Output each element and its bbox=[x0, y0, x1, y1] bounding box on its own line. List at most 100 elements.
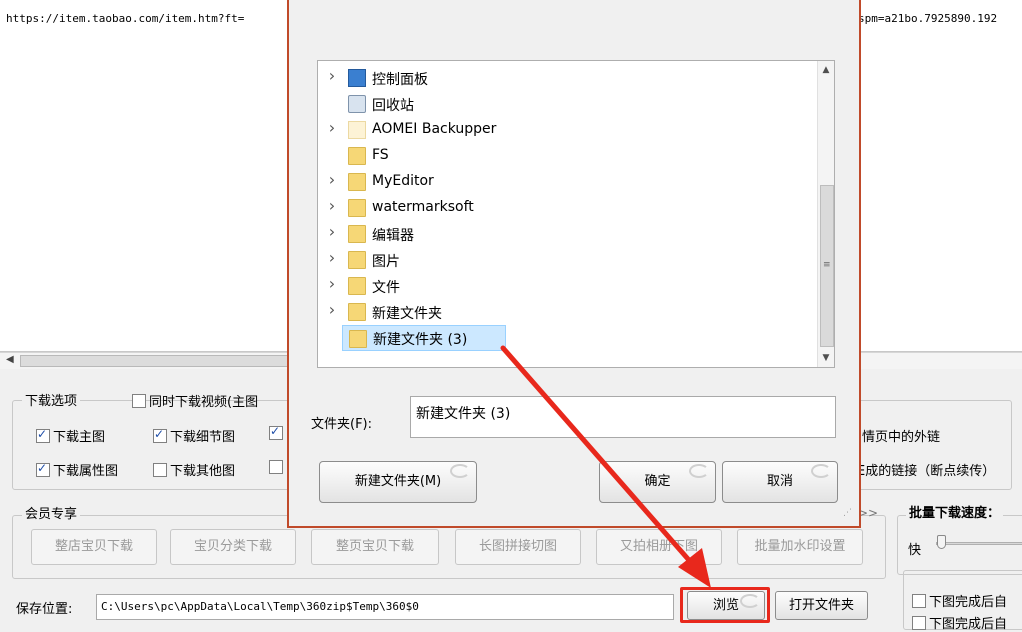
post-download-checkbox-1[interactable]: 下图完成后自 bbox=[912, 591, 1007, 610]
folder-icon bbox=[348, 147, 366, 165]
folder-icon bbox=[348, 225, 366, 243]
tree-item-label: 文件 bbox=[372, 280, 400, 296]
chevron-right-icon[interactable]: › bbox=[326, 196, 338, 215]
batch-watermark-button[interactable]: 批量加水印设置 bbox=[737, 529, 863, 565]
tree-item[interactable]: › 文件 bbox=[326, 273, 806, 299]
save-location-label: 保存位置: bbox=[16, 602, 73, 617]
tree-item[interactable]: › 新建文件夹 bbox=[326, 299, 806, 325]
scroll-left-icon[interactable]: ◀ bbox=[6, 354, 14, 365]
browse-folder-dialog: › 控制面板回收站 › AOMEI Backupper FS › MyEditor › wate… bbox=[287, 0, 861, 528]
resume-link-text: E成的链接（断点续传） bbox=[857, 464, 996, 479]
tree-item-label: 回收站 bbox=[372, 98, 414, 114]
whole-shop-download-button[interactable]: 整店宝贝下载 bbox=[31, 529, 157, 565]
tree-item-label: 图片 bbox=[372, 254, 400, 270]
scroll-thumb[interactable] bbox=[20, 355, 290, 367]
open-folder-button[interactable]: 打开文件夹 bbox=[775, 591, 868, 620]
partial-checkbox-2[interactable] bbox=[269, 460, 286, 476]
tree-item[interactable]: 新建文件夹 (3) bbox=[342, 325, 506, 351]
tree-scroll-thumb[interactable]: ≡ bbox=[820, 185, 834, 347]
folder-field-label: 文件夹(F): bbox=[311, 417, 373, 432]
tree-item-label: MyEditor bbox=[372, 173, 434, 189]
download-options-legend: 下载选项 bbox=[22, 390, 81, 409]
ok-button[interactable]: 确定 bbox=[599, 461, 716, 503]
tree-item[interactable]: › AOMEI Backupper bbox=[326, 117, 806, 143]
scroll-up-icon[interactable]: ▲ bbox=[818, 65, 834, 75]
tree-item-label: FS bbox=[372, 147, 389, 163]
control-panel-icon bbox=[348, 69, 366, 87]
chevron-right-icon[interactable]: › bbox=[326, 222, 338, 241]
checkbox-checked[interactable] bbox=[153, 427, 167, 443]
external-link-text: 情页中的外链 bbox=[862, 430, 941, 445]
tree-vertical-scrollbar[interactable]: ▲ ≡ ▼ bbox=[817, 61, 834, 367]
folder-icon bbox=[349, 330, 367, 348]
partial-checkbox-1[interactable] bbox=[269, 424, 286, 442]
tree-item-label: 编辑器 bbox=[372, 228, 414, 244]
chevron-right-icon[interactable]: › bbox=[326, 248, 338, 267]
attr-image-checkbox[interactable]: 下载属性图 bbox=[36, 460, 118, 479]
chevron-right-icon[interactable]: › bbox=[326, 170, 338, 189]
cancel-button[interactable]: 取消 bbox=[722, 461, 838, 503]
whole-page-download-button[interactable]: 整页宝贝下载 bbox=[311, 529, 439, 565]
grip-icon: ≡ bbox=[823, 260, 831, 270]
post-download-label-2: 下图完成后自 bbox=[929, 617, 1008, 632]
main-image-label: 下载主图 bbox=[53, 430, 106, 445]
folder-icon bbox=[348, 303, 366, 321]
swirl-decoration-icon bbox=[450, 464, 470, 478]
other-image-checkbox[interactable]: 下载其他图 bbox=[153, 460, 235, 479]
checkbox-box[interactable] bbox=[153, 463, 167, 477]
chevron-right-icon[interactable]: › bbox=[326, 118, 338, 137]
speed-fast-label: 快 bbox=[908, 543, 922, 558]
more-toggle[interactable]: >> bbox=[858, 506, 878, 520]
resize-grip-icon[interactable]: ⋰ bbox=[843, 508, 852, 518]
highlight-box bbox=[680, 587, 770, 623]
checkbox-checked[interactable] bbox=[269, 424, 283, 440]
swirl-decoration-icon bbox=[689, 464, 709, 478]
checkbox-box[interactable] bbox=[912, 594, 926, 608]
tree-item[interactable]: › watermarksoft bbox=[326, 195, 806, 221]
folder-tree[interactable]: › 控制面板回收站 › AOMEI Backupper FS › MyEditor › wate… bbox=[317, 60, 835, 368]
tree-item[interactable]: FS bbox=[326, 143, 806, 169]
speed-slider-thumb[interactable] bbox=[937, 535, 946, 549]
tree-item[interactable]: 回收站 bbox=[326, 91, 806, 117]
long-image-stitch-button[interactable]: 长图拼接切图 bbox=[455, 529, 581, 565]
recycle-bin-icon bbox=[348, 95, 366, 113]
scroll-down-icon[interactable]: ▼ bbox=[818, 353, 834, 363]
url-text-right: spm=a21bo.7925890.192 bbox=[858, 12, 998, 25]
folder-icon bbox=[348, 121, 366, 139]
category-download-button[interactable]: 宝贝分类下载 bbox=[170, 529, 296, 565]
member-legend: 会员专享 bbox=[22, 503, 81, 522]
sync-video-checkbox[interactable]: 同时下载视频(主图 bbox=[132, 391, 258, 410]
detail-image-checkbox[interactable]: 下载细节图 bbox=[153, 426, 235, 445]
checkbox-checked[interactable] bbox=[36, 461, 50, 477]
checkbox-box[interactable] bbox=[132, 394, 146, 408]
speed-slider-track[interactable] bbox=[936, 542, 1022, 545]
new-folder-button[interactable]: 新建文件夹(M) bbox=[319, 461, 477, 503]
detail-image-label: 下载细节图 bbox=[170, 430, 236, 445]
cancel-label: 取消 bbox=[766, 474, 793, 489]
checkbox-box[interactable] bbox=[269, 460, 283, 474]
youpai-album-button[interactable]: 又拍相册下图 bbox=[596, 529, 722, 565]
tree-item-label: watermarksoft bbox=[372, 199, 474, 215]
folder-name-input[interactable]: 新建文件夹 (3) bbox=[410, 396, 836, 438]
tree-item-label: AOMEI Backupper bbox=[372, 121, 497, 137]
folder-icon bbox=[348, 251, 366, 269]
main-image-checkbox[interactable]: 下载主图 bbox=[36, 426, 105, 445]
tree-item[interactable]: › 编辑器 bbox=[326, 221, 806, 247]
tree-item-label: 控制面板 bbox=[372, 72, 428, 88]
chevron-right-icon[interactable]: › bbox=[326, 300, 338, 319]
save-path-field[interactable]: C:\Users\pc\AppData\Local\Temp\360zip$Te… bbox=[96, 594, 674, 620]
tree-item-label: 新建文件夹 (3) bbox=[373, 332, 468, 348]
post-download-checkbox-2[interactable]: 下图完成后自 bbox=[912, 613, 1007, 632]
chevron-right-icon[interactable]: › bbox=[326, 66, 338, 85]
tree-item[interactable]: › MyEditor bbox=[326, 169, 806, 195]
tree-item[interactable]: › 控制面板 bbox=[326, 65, 806, 91]
checkbox-checked[interactable] bbox=[36, 427, 50, 443]
new-folder-label: 新建文件夹(M) bbox=[354, 474, 442, 489]
chevron-right-icon[interactable]: › bbox=[326, 274, 338, 293]
folder-icon bbox=[348, 173, 366, 191]
tree-item[interactable]: › 图片 bbox=[326, 247, 806, 273]
ok-label: 确定 bbox=[644, 474, 671, 489]
checkbox-box[interactable] bbox=[912, 616, 926, 630]
post-download-label-1: 下图完成后自 bbox=[929, 595, 1008, 610]
attr-image-label: 下载属性图 bbox=[53, 464, 119, 479]
